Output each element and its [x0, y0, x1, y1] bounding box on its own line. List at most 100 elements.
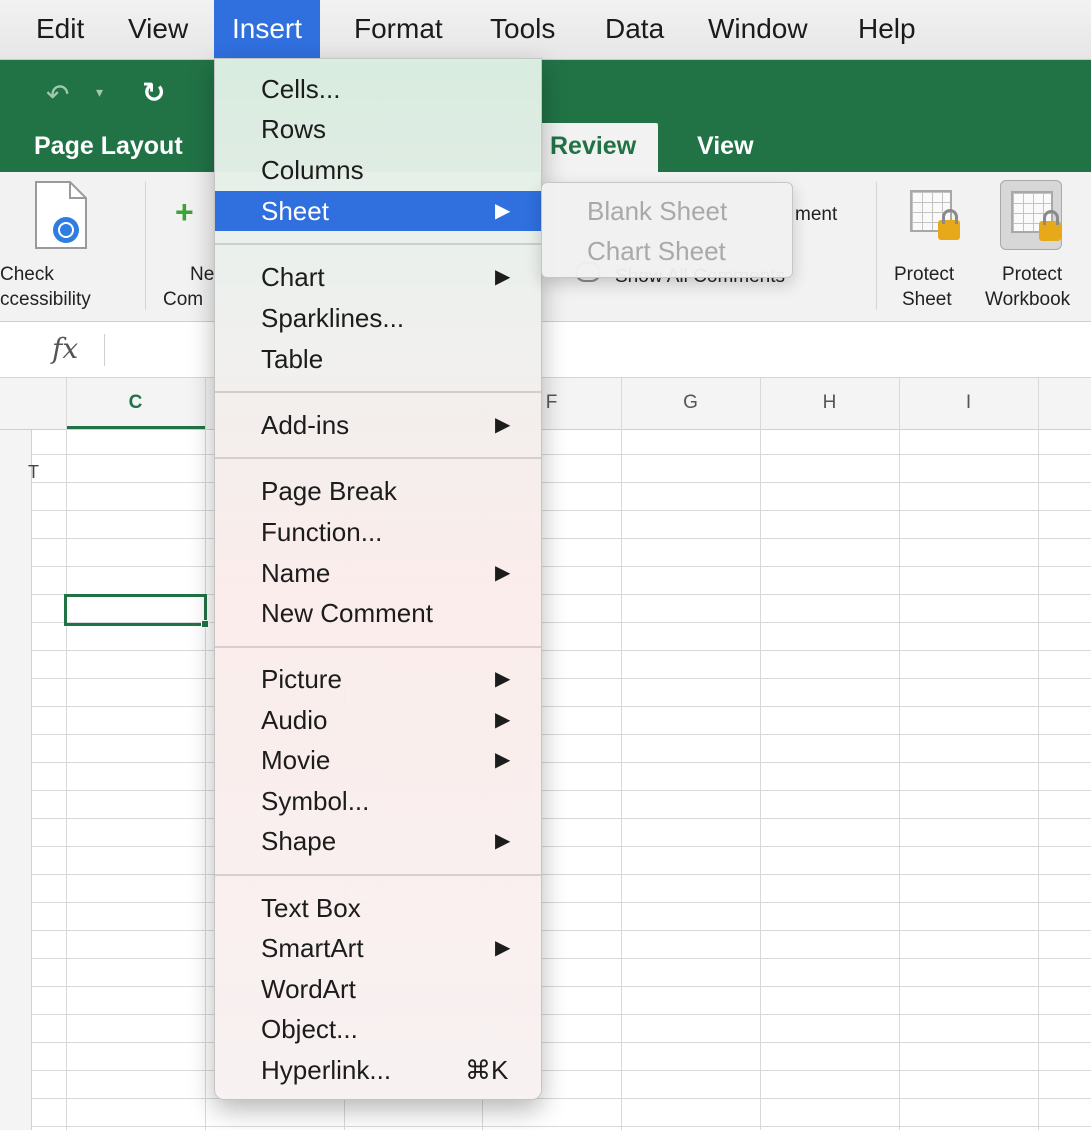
submenu-arrow-icon: ▶ [495, 668, 511, 690]
menu-item-picture[interactable]: Picture ▶ [215, 659, 541, 699]
column-gridline [899, 378, 900, 1130]
comment-button-label[interactable]: ment [795, 202, 837, 227]
menu-item-shape[interactable]: Shape ▶ [215, 821, 541, 861]
column-gridline [760, 378, 761, 1130]
menu-item-table[interactable]: Table [215, 339, 541, 379]
menu-item-cells[interactable]: Cells... [215, 69, 541, 109]
menu-item-smartart[interactable]: SmartArt ▶ [215, 928, 541, 968]
undo-dropdown-icon[interactable]: ▾ [96, 84, 103, 101]
menu-item-chart[interactable]: Chart ▶ [215, 257, 541, 297]
menu-item-page-break[interactable]: Page Break [215, 471, 541, 511]
menu-item-sparklines[interactable]: Sparklines... [215, 298, 541, 338]
check-accessibility-label-2: ccessibility [0, 289, 91, 310]
fill-handle[interactable] [201, 620, 209, 628]
menu-item-hyperlink[interactable]: Hyperlink... ⌘K [215, 1050, 541, 1090]
menu-item-rows[interactable]: Rows [215, 109, 541, 149]
new-comment-label-1: Ne [190, 264, 215, 285]
column-gridline [621, 378, 622, 1130]
column-gridline [1038, 378, 1039, 1130]
column-header-i[interactable]: I [899, 392, 1038, 414]
submenu-arrow-icon: ▶ [495, 830, 511, 852]
menu-item-label: Page Break [261, 476, 397, 506]
lock-icon [938, 209, 960, 240]
column-gridline [205, 378, 206, 1130]
row-cell-fragment: T [28, 462, 39, 482]
menu-item-label: Rows [261, 114, 327, 144]
menu-item-audio[interactable]: Audio ▶ [215, 700, 541, 740]
menu-item-label: Text Box [261, 893, 361, 923]
keyboard-shortcut: ⌘K [465, 1055, 509, 1085]
tab-review[interactable]: Review [540, 123, 659, 172]
tab-view[interactable]: View [697, 123, 754, 172]
menu-item-label: Picture [261, 664, 342, 694]
column-header-c[interactable]: C [66, 392, 205, 414]
protect-workbook-label-2: Workbook [985, 289, 1071, 310]
menu-item-function[interactable]: Function... [215, 512, 541, 552]
menu-item-label: WordArt [261, 974, 356, 1004]
menu-item-label: Sheet [261, 196, 329, 226]
menu-item-new-comment[interactable]: New Comment [215, 593, 541, 633]
menu-item-movie[interactable]: Movie ▶ [215, 740, 541, 780]
menu-item-add-ins[interactable]: Add-ins ▶ [215, 405, 541, 445]
menu-item-label: Chart [261, 262, 325, 292]
menu-format[interactable]: Format [336, 0, 461, 60]
formula-separator [104, 334, 105, 366]
menu-item-label: Audio [261, 705, 328, 735]
submenu-item-blank-sheet: Blank Sheet [587, 196, 728, 226]
submenu-item-chart-sheet: Chart Sheet [587, 236, 726, 266]
menu-help[interactable]: Help [840, 0, 934, 60]
check-accessibility-icon[interactable] [30, 180, 92, 250]
formula-bar[interactable]: fx [0, 322, 1091, 378]
function-icon[interactable]: fx [52, 332, 78, 365]
menu-item-columns[interactable]: Columns [215, 150, 541, 190]
menu-item-label: New Comment [261, 598, 433, 628]
menu-edit[interactable]: Edit [18, 0, 102, 60]
menu-item-label: Name [261, 558, 331, 588]
row-header-column [0, 430, 32, 1130]
menu-item-label: Movie [261, 745, 331, 775]
menu-item-name[interactable]: Name ▶ [215, 553, 541, 593]
menu-data[interactable]: Data [587, 0, 682, 60]
menu-item-label: Hyperlink... [261, 1055, 392, 1085]
submenu-arrow-icon: ▶ [495, 414, 511, 436]
menu-item-object[interactable]: Object... [215, 1009, 541, 1049]
menu-item-text-box[interactable]: Text Box [215, 888, 541, 928]
menu-item-sheet[interactable]: Sheet ▶ [215, 191, 541, 231]
submenu-arrow-icon: ▶ [495, 937, 511, 959]
menu-item-label: Symbol... [261, 786, 370, 816]
new-comment-icon[interactable]: + [175, 194, 194, 231]
menu-separator [215, 243, 541, 245]
menu-insert[interactable]: Insert [214, 0, 321, 60]
menu-view[interactable]: View [110, 0, 206, 60]
column-gridline [66, 378, 67, 1130]
menu-item-label: Add-ins [261, 410, 350, 440]
menu-item-label: Shape [261, 826, 337, 856]
menu-bar: Edit View Insert Format Tools Data Windo… [0, 0, 1091, 60]
selected-cell[interactable] [64, 594, 207, 626]
menu-item-symbol[interactable]: Symbol... [215, 781, 541, 821]
menu-tools[interactable]: Tools [472, 0, 573, 60]
ribbon-separator [876, 182, 877, 310]
submenu-arrow-icon: ▶ [495, 266, 511, 288]
menu-item-wordart[interactable]: WordArt [215, 969, 541, 1009]
menu-separator [215, 646, 541, 648]
spreadsheet-grid[interactable]: C F G H I T [0, 378, 1091, 1130]
undo-icon[interactable]: ↶ [46, 78, 69, 111]
lock-icon [1039, 210, 1061, 241]
sheet-submenu: Blank Sheet Chart Sheet [541, 182, 793, 278]
menu-item-label: Object... [261, 1014, 358, 1044]
menu-item-label: SmartArt [261, 933, 364, 963]
menu-window[interactable]: Window [690, 0, 826, 60]
column-header-h[interactable]: H [760, 392, 899, 414]
column-header-g[interactable]: G [621, 392, 760, 414]
insert-menu: Cells... Rows Columns Sheet ▶ Chart ▶ Spar… [214, 58, 542, 1100]
protect-sheet-icon[interactable] [900, 180, 962, 250]
protect-workbook-icon[interactable] [1000, 180, 1062, 250]
redo-icon[interactable]: ↻ [142, 76, 165, 109]
menu-item-label: Table [261, 344, 324, 374]
tab-page-layout[interactable]: Page Layout [34, 123, 183, 172]
submenu-arrow-icon: ▶ [495, 562, 511, 584]
submenu-arrow-icon: ▶ [495, 709, 511, 731]
menu-separator [215, 457, 541, 459]
menu-separator [215, 391, 541, 393]
